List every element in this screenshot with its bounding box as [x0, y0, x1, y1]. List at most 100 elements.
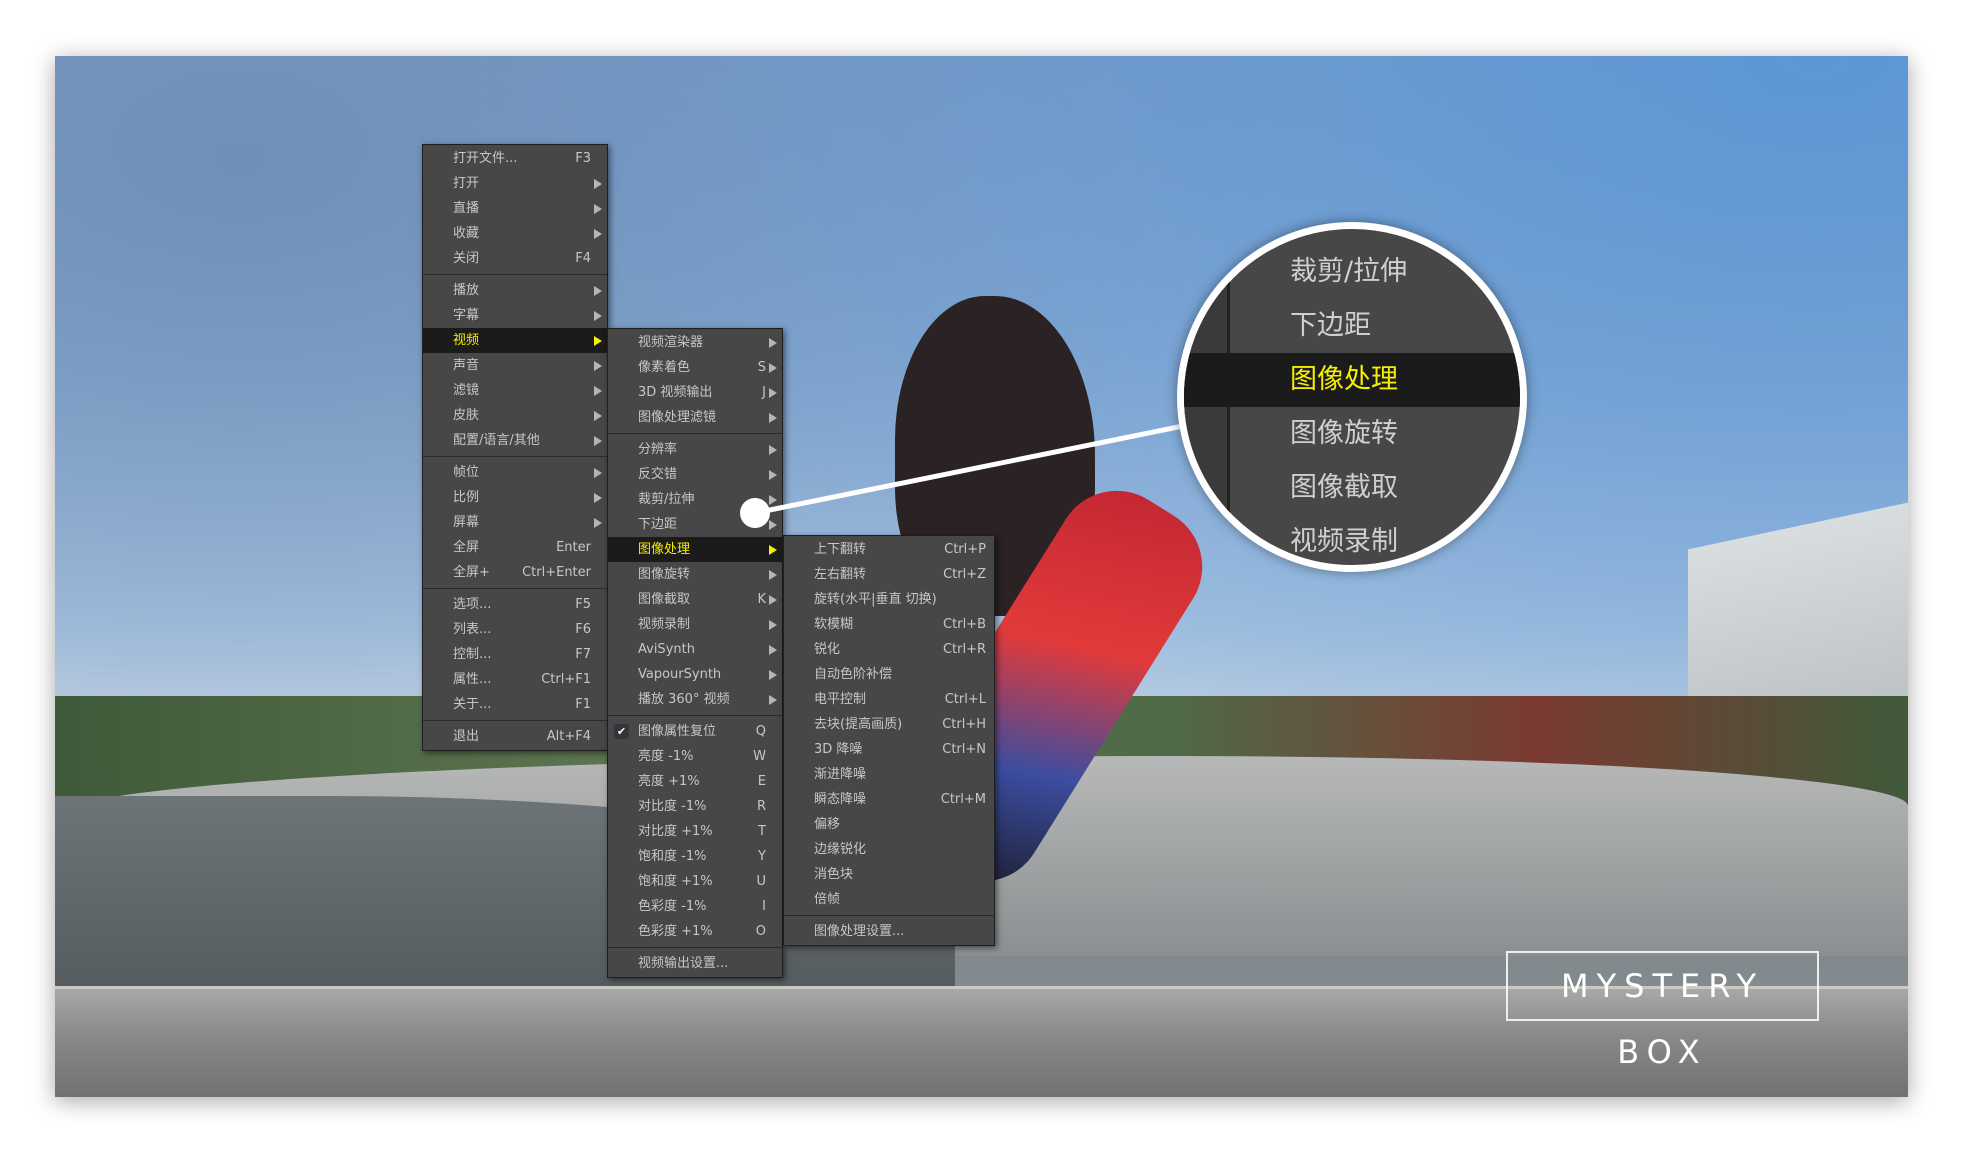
image_processing-menu-item[interactable]: 倍帧 [784, 887, 994, 912]
menu-separator [608, 430, 782, 437]
menu-item-label: 对比度 -1% [638, 799, 707, 814]
main-menu-item[interactable]: 滤镜 [423, 378, 607, 403]
video-menu-item[interactable]: ✔ 图像属性复位 Q [608, 719, 782, 744]
image_processing-menu-item[interactable]: 左右翻转 Ctrl+Z [784, 562, 994, 587]
menu-separator [423, 717, 607, 724]
main-menu-item[interactable]: 字幕 [423, 303, 607, 328]
main-menu-item[interactable]: 打开文件... F3 [423, 146, 607, 171]
video-menu-item[interactable]: 图像处理 [608, 537, 782, 562]
menu-item-label: 色彩度 +1% [638, 924, 713, 939]
image_processing-menu-item[interactable]: 旋转(水平|垂直 切换) [784, 587, 994, 612]
video-menu-item[interactable]: 播放 360° 视频 [608, 687, 782, 712]
image_processing-menu-item[interactable]: 电平控制 Ctrl+L [784, 687, 994, 712]
main-menu-item[interactable]: 列表... F6 [423, 617, 607, 642]
main-menu-item[interactable]: 比例 [423, 485, 607, 510]
video-menu-item[interactable]: 饱和度 -1% Y [608, 844, 782, 869]
video-menu-item[interactable]: 图像处理滤镜 [608, 405, 782, 430]
menu-item-shortcut: O [755, 924, 766, 939]
video-menu-item[interactable]: 像素着色 S [608, 355, 782, 380]
main-menu-item[interactable]: 皮肤 [423, 403, 607, 428]
menu-separator [608, 712, 782, 719]
menu-item-label: 皮肤 [453, 408, 480, 423]
video-menu-item[interactable]: 图像截取 K [608, 587, 782, 612]
menu-item-label: 控制... [453, 647, 492, 662]
menu-item-label: 边缘锐化 [814, 842, 867, 857]
image_processing-menu-item[interactable]: 边缘锐化 [784, 837, 994, 862]
video-menu-item[interactable]: 视频输出设置... [608, 951, 782, 976]
menu-item-label: VapourSynth [638, 667, 722, 682]
video-menu-item[interactable]: 亮度 -1% W [608, 744, 782, 769]
image_processing-menu-item[interactable]: 3D 降噪 Ctrl+N [784, 737, 994, 762]
menu-item-shortcut: Ctrl+P [944, 542, 986, 557]
image_processing-menu-item[interactable]: 软模糊 Ctrl+B [784, 612, 994, 637]
main-menu-item[interactable]: 控制... F7 [423, 642, 607, 667]
video-menu-item[interactable]: 反交错 [608, 462, 782, 487]
video-menu-item[interactable]: 视频录制 [608, 612, 782, 637]
menu-item-shortcut: Ctrl+Enter [522, 565, 591, 580]
main-menu-item[interactable]: 全屏+ Ctrl+Enter [423, 560, 607, 585]
video-menu-item[interactable]: VapourSynth [608, 662, 782, 687]
menu-item-shortcut: K [757, 592, 766, 607]
menu-item-shortcut: F5 [575, 597, 591, 612]
main-menu-item[interactable]: 属性... Ctrl+F1 [423, 667, 607, 692]
main-menu-item[interactable]: 选项... F5 [423, 592, 607, 617]
video-menu-item[interactable]: 下边距 [608, 512, 782, 537]
video-menu-item[interactable]: 视频渲染器 [608, 330, 782, 355]
menu-item-shortcut: F4 [575, 251, 591, 266]
submenu-arrow-icon [594, 518, 602, 528]
menu-item-label: 图像旋转 [638, 567, 691, 582]
menu-item-label: 比例 [453, 490, 480, 505]
image_processing-menu-item[interactable]: 去块(提高画质) Ctrl+H [784, 712, 994, 737]
video-menu-item[interactable]: 3D 视频输出 J [608, 380, 782, 405]
video-menu-item[interactable]: 饱和度 +1% U [608, 869, 782, 894]
main-menu-item[interactable]: 收藏 [423, 221, 607, 246]
main-menu-item[interactable]: 直播 [423, 196, 607, 221]
magnified-menu-item: 图像截取 [1290, 472, 1398, 503]
menu-item-shortcut: Enter [556, 540, 591, 555]
video-menu-item[interactable]: 色彩度 -1% I [608, 894, 782, 919]
menu-item-shortcut: U [756, 874, 766, 889]
video-menu-item[interactable]: AviSynth [608, 637, 782, 662]
video-menu-item[interactable]: 亮度 +1% E [608, 769, 782, 794]
main-menu-item[interactable]: 打开 [423, 171, 607, 196]
image_processing-menu-item[interactable]: 锐化 Ctrl+R [784, 637, 994, 662]
menu-item-label: 图像处理设置... [814, 924, 905, 939]
menu-item-shortcut: Ctrl+M [940, 792, 986, 807]
submenu-arrow-icon [594, 436, 602, 446]
image_processing-menu-item[interactable]: 上下翻转 Ctrl+P [784, 537, 994, 562]
video-menu-item[interactable]: 裁剪/拉伸 [608, 487, 782, 512]
menu-item-label: 视频渲染器 [638, 335, 704, 350]
video-menu-item[interactable]: 分辨率 [608, 437, 782, 462]
image_processing-menu-item[interactable]: 自动色阶补偿 [784, 662, 994, 687]
main-menu-item[interactable]: 全屏 Enter [423, 535, 607, 560]
menu-item-label: 3D 降噪 [814, 742, 863, 757]
menu-item-shortcut: I [762, 899, 766, 914]
image_processing-menu-item[interactable]: 渐进降噪 [784, 762, 994, 787]
menu-item-shortcut: Ctrl+F1 [541, 672, 591, 687]
main-menu-item[interactable]: 声音 [423, 353, 607, 378]
video-menu-item[interactable]: 对比度 -1% R [608, 794, 782, 819]
main-menu-item[interactable]: 视频 [423, 328, 607, 353]
main-menu-item[interactable]: 配置/语言/其他 [423, 428, 607, 453]
image_processing-menu-item[interactable]: 瞬态降噪 Ctrl+M [784, 787, 994, 812]
submenu-arrow-icon [769, 570, 777, 580]
image_processing-menu-item[interactable]: 偏移 [784, 812, 994, 837]
menu-item-label: 像素着色 [638, 360, 691, 375]
main-menu-item[interactable]: 帧位 [423, 460, 607, 485]
submenu-arrow-icon [769, 670, 777, 680]
video-menu-item[interactable]: 图像旋转 [608, 562, 782, 587]
main-menu-item[interactable]: 关闭 F4 [423, 246, 607, 271]
submenu-arrow-icon [769, 363, 777, 373]
main-menu-item[interactable]: 退出 Alt+F4 [423, 724, 607, 749]
main-menu-item[interactable]: 播放 [423, 278, 607, 303]
menu-item-label: 软模糊 [814, 617, 854, 632]
video-menu-item[interactable]: 对比度 +1% T [608, 819, 782, 844]
video-menu-item[interactable]: 色彩度 +1% O [608, 919, 782, 944]
menu-item-shortcut: R [756, 799, 766, 814]
menu-item-label: 3D 视频输出 [638, 385, 713, 400]
image_processing-menu-item[interactable]: 图像处理设置... [784, 919, 994, 944]
image_processing-menu-item[interactable]: 消色块 [784, 862, 994, 887]
main-menu-item[interactable]: 关于... F1 [423, 692, 607, 717]
main-menu-item[interactable]: 屏幕 [423, 510, 607, 535]
menu-item-shortcut: T [758, 824, 766, 839]
